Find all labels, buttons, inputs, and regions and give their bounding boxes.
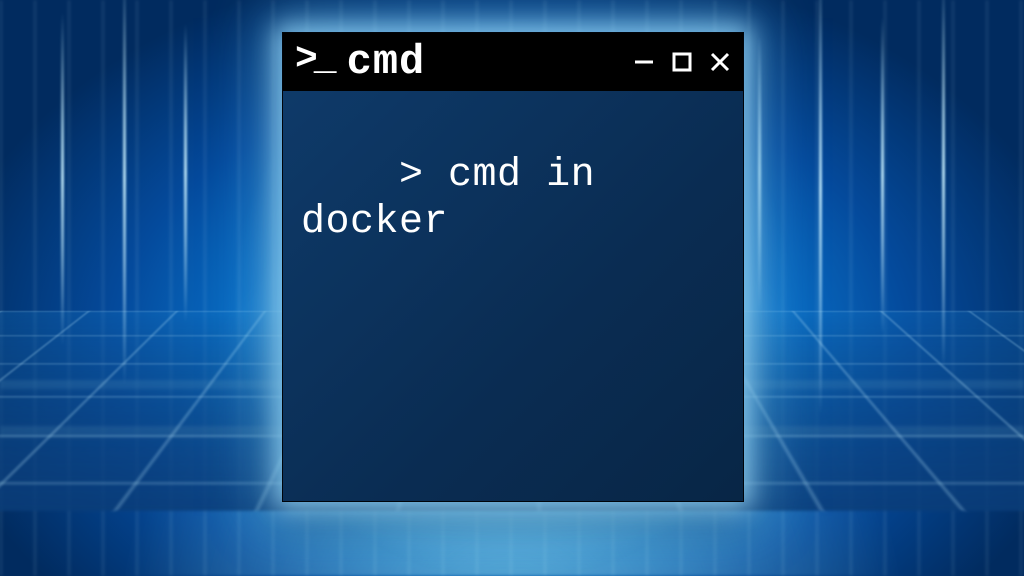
- close-icon[interactable]: [707, 49, 733, 75]
- terminal-prompt-icon: >_: [295, 41, 333, 83]
- titlebar[interactable]: >_ cmd: [283, 33, 743, 91]
- window-controls: [631, 49, 733, 75]
- command-text: cmd in docker: [301, 153, 620, 245]
- prompt-char: >: [399, 153, 424, 198]
- minimize-icon[interactable]: [631, 49, 657, 75]
- window-title: cmd: [343, 38, 621, 86]
- maximize-icon[interactable]: [669, 49, 695, 75]
- terminal-body[interactable]: > cmd in docker: [283, 91, 743, 501]
- terminal-line: > cmd in docker: [301, 153, 620, 245]
- terminal-window: >_ cmd > cmd in docker: [282, 32, 744, 502]
